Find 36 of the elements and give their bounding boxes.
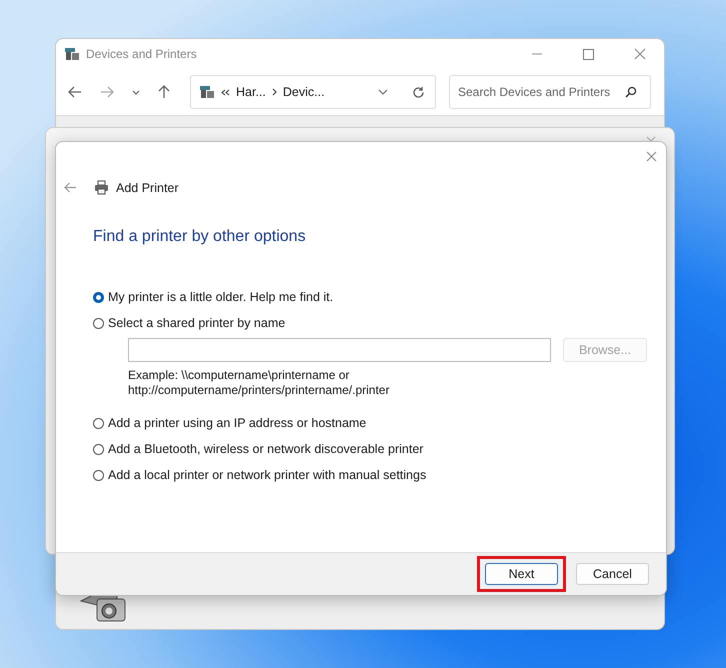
radio-option[interactable]: Add a Bluetooth, wireless or network discoverable printer bbox=[93, 442, 424, 456]
close-icon[interactable] bbox=[634, 48, 646, 60]
double-chevron-icon[interactable] bbox=[221, 88, 230, 96]
maximize-icon[interactable] bbox=[583, 48, 594, 60]
chevron-down-icon[interactable] bbox=[132, 90, 140, 94]
close-icon[interactable] bbox=[646, 151, 657, 162]
radio-button[interactable] bbox=[93, 444, 104, 454]
address-bar[interactable]: Har... Devic... bbox=[190, 75, 436, 109]
printer-icon bbox=[94, 180, 109, 195]
radio-button[interactable] bbox=[93, 292, 104, 302]
page-heading: Find a printer by other options bbox=[92, 227, 307, 246]
refresh-icon[interactable] bbox=[412, 86, 425, 98]
up-arrow-icon[interactable] bbox=[158, 85, 170, 99]
devices-icon bbox=[199, 85, 215, 99]
radio-option[interactable]: Add a local printer or network printer with manual settings bbox=[93, 468, 426, 482]
cancel-button[interactable]: Cancel bbox=[576, 563, 649, 585]
window-title: Devices and Printers bbox=[86, 47, 197, 61]
dialog-title: Add Printer bbox=[116, 180, 179, 194]
search-field[interactable]: Search Devices and Printers bbox=[449, 75, 651, 109]
next-button[interactable]: Next bbox=[485, 563, 558, 585]
radio-option[interactable]: Select a shared printer by name bbox=[93, 316, 286, 330]
radio-option[interactable]: My printer is a little older. Help me find it. bbox=[93, 290, 334, 304]
search-icon[interactable] bbox=[625, 86, 637, 98]
breadcrumb-item[interactable]: Har... bbox=[236, 85, 266, 99]
chevron-right-icon bbox=[272, 88, 277, 96]
chevron-down-icon[interactable] bbox=[378, 89, 388, 95]
printer-name-field[interactable] bbox=[128, 338, 551, 362]
devices-icon bbox=[64, 47, 80, 61]
example-text: Example: \\computername\printername or http://computername/printers/printername/.printer bbox=[128, 368, 390, 398]
back-arrow-icon[interactable] bbox=[64, 182, 77, 193]
radio-button[interactable] bbox=[93, 470, 104, 480]
radio-option[interactable]: Add a printer using an IP address or hostname bbox=[93, 416, 366, 430]
breadcrumb-item[interactable]: Devic... bbox=[282, 85, 325, 99]
back-arrow-icon[interactable] bbox=[68, 86, 82, 98]
radio-button[interactable] bbox=[93, 418, 104, 428]
radio-button[interactable] bbox=[93, 318, 104, 328]
